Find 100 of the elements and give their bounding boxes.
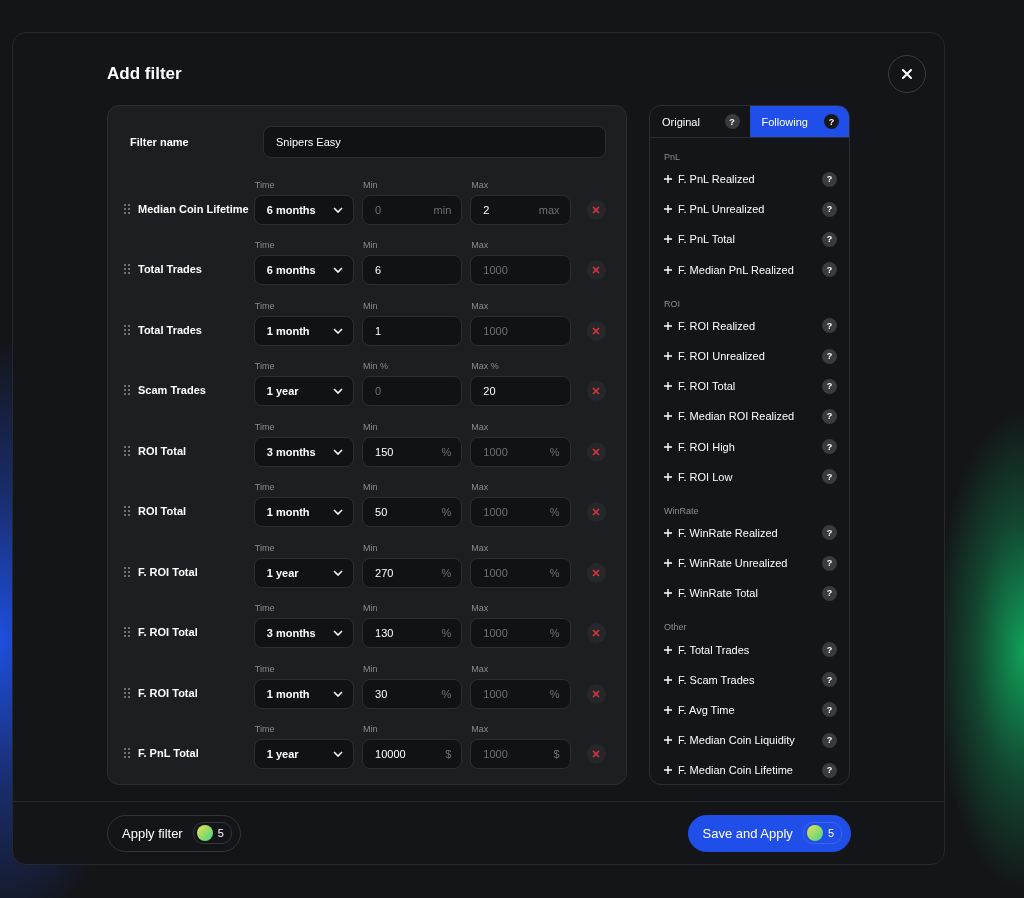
number-field[interactable]: 1000 %: [470, 678, 571, 709]
remove-button[interactable]: [586, 683, 606, 704]
metric-item[interactable]: F. PnL Total: [678, 233, 822, 246]
remove-button[interactable]: [586, 441, 606, 462]
number-field[interactable]: 20: [470, 376, 571, 406]
number-field[interactable]: 10000 $: [362, 739, 463, 769]
metric-item[interactable]: F. Scam Trades: [678, 673, 822, 686]
help-icon[interactable]: ?: [822, 555, 837, 571]
help-icon[interactable]: ?: [822, 672, 837, 688]
metric-item[interactable]: F. Median ROI Realized: [678, 410, 822, 423]
time-select[interactable]: 1 year: [253, 376, 355, 406]
help-icon[interactable]: ?: [822, 469, 837, 485]
help-icon[interactable]: ?: [822, 702, 837, 718]
help-icon[interactable]: ?: [822, 201, 837, 217]
drag-handle-icon[interactable]: [124, 445, 130, 456]
help-icon[interactable]: ?: [822, 171, 837, 187]
drag-handle-icon[interactable]: [124, 385, 130, 395]
metric-item[interactable]: F. ROI Unrealized: [678, 350, 822, 363]
help-icon[interactable]: ?: [822, 378, 837, 394]
help-icon[interactable]: ?: [822, 642, 837, 658]
metric-item[interactable]: F. PnL Unrealized: [678, 203, 822, 216]
plus-icon[interactable]: [664, 645, 672, 654]
tab[interactable]: Following ?: [749, 106, 849, 137]
number-field[interactable]: 1000: [470, 315, 571, 346]
remove-button[interactable]: [586, 381, 606, 401]
tab[interactable]: Original ?: [650, 106, 750, 137]
metric-item[interactable]: F. WinRate Realized: [678, 526, 822, 539]
number-field[interactable]: 50 %: [362, 497, 463, 527]
plus-icon[interactable]: [664, 175, 672, 184]
plus-icon[interactable]: [664, 528, 672, 537]
help-icon[interactable]: ?: [822, 732, 837, 748]
drag-handle-icon[interactable]: [124, 627, 130, 637]
drag-handle-icon[interactable]: [124, 748, 130, 758]
plus-icon[interactable]: [664, 736, 672, 745]
number-field[interactable]: 30 %: [362, 678, 463, 709]
number-field[interactable]: 1000 $: [470, 739, 571, 769]
drag-handle-icon[interactable]: [124, 324, 130, 335]
plus-icon[interactable]: [664, 442, 672, 451]
number-field[interactable]: 1000 %: [470, 557, 571, 588]
time-select[interactable]: 1 month: [253, 497, 355, 527]
remove-button[interactable]: [586, 260, 606, 280]
metric-item[interactable]: F. Median Coin Lifetime: [678, 764, 822, 777]
metric-item[interactable]: F. Avg Time: [678, 703, 822, 716]
number-field[interactable]: 2 max: [470, 194, 571, 225]
plus-icon[interactable]: [664, 235, 672, 244]
drag-handle-icon[interactable]: [124, 264, 130, 274]
time-select[interactable]: 6 months: [253, 255, 355, 285]
drag-handle-icon[interactable]: [124, 566, 130, 577]
close-button[interactable]: [888, 55, 926, 93]
number-field[interactable]: 1000: [470, 255, 571, 285]
help-icon[interactable]: ?: [724, 114, 740, 129]
help-icon[interactable]: ?: [822, 585, 837, 601]
plus-icon[interactable]: [664, 382, 672, 391]
plus-icon[interactable]: [664, 205, 672, 214]
remove-button[interactable]: [586, 623, 606, 643]
help-icon[interactable]: ?: [822, 762, 837, 778]
help-icon[interactable]: ?: [822, 262, 837, 278]
remove-button[interactable]: [586, 320, 606, 341]
number-field[interactable]: 1000 %: [470, 618, 571, 648]
plus-icon[interactable]: [664, 705, 672, 714]
metric-item[interactable]: F. Total Trades: [678, 643, 822, 656]
metric-item[interactable]: F. ROI Total: [678, 380, 822, 393]
time-select[interactable]: 1 month: [253, 315, 355, 346]
name-field[interactable]: Snipers Easy: [263, 126, 606, 158]
time-select[interactable]: 3 months: [253, 436, 355, 467]
remove-button[interactable]: [586, 562, 606, 583]
plus-icon[interactable]: [664, 675, 672, 684]
number-field[interactable]: 6: [362, 255, 463, 285]
number-field[interactable]: 0 min: [362, 194, 463, 225]
time-select[interactable]: 1 year: [253, 557, 355, 588]
number-field[interactable]: 270 %: [362, 557, 463, 588]
remove-button[interactable]: [586, 502, 606, 522]
metric-item[interactable]: F. ROI High: [678, 440, 822, 453]
remove-button[interactable]: [586, 744, 606, 764]
plus-icon[interactable]: [664, 472, 672, 481]
plus-icon[interactable]: [664, 265, 672, 274]
save-apply-button[interactable]: Save and Apply 5: [687, 814, 851, 852]
help-icon[interactable]: ?: [822, 408, 837, 424]
plus-icon[interactable]: [664, 766, 672, 775]
metric-item[interactable]: F. ROI Low: [678, 470, 822, 483]
time-select[interactable]: 1 year: [253, 739, 355, 769]
drag-handle-icon[interactable]: [124, 506, 130, 516]
number-field[interactable]: 1000 %: [470, 436, 571, 467]
plus-icon[interactable]: [664, 352, 672, 361]
metric-item[interactable]: F. PnL Realized: [678, 173, 822, 186]
help-icon[interactable]: ?: [822, 439, 837, 455]
plus-icon[interactable]: [664, 321, 672, 330]
metric-item[interactable]: F. WinRate Unrealized: [678, 557, 822, 570]
number-field[interactable]: 0: [362, 376, 463, 406]
number-field[interactable]: 1: [362, 315, 463, 346]
help-icon[interactable]: ?: [822, 348, 837, 364]
time-select[interactable]: 3 months: [253, 618, 355, 648]
plus-icon[interactable]: [664, 412, 672, 421]
plus-icon[interactable]: [664, 559, 672, 568]
help-icon[interactable]: ?: [824, 114, 839, 129]
metric-item[interactable]: F. WinRate Total: [678, 587, 822, 600]
number-field[interactable]: 1000 %: [470, 497, 571, 527]
metric-item[interactable]: F. Median Coin Liquidity: [678, 734, 822, 747]
help-icon[interactable]: ?: [822, 525, 837, 541]
help-icon[interactable]: ?: [822, 231, 837, 247]
